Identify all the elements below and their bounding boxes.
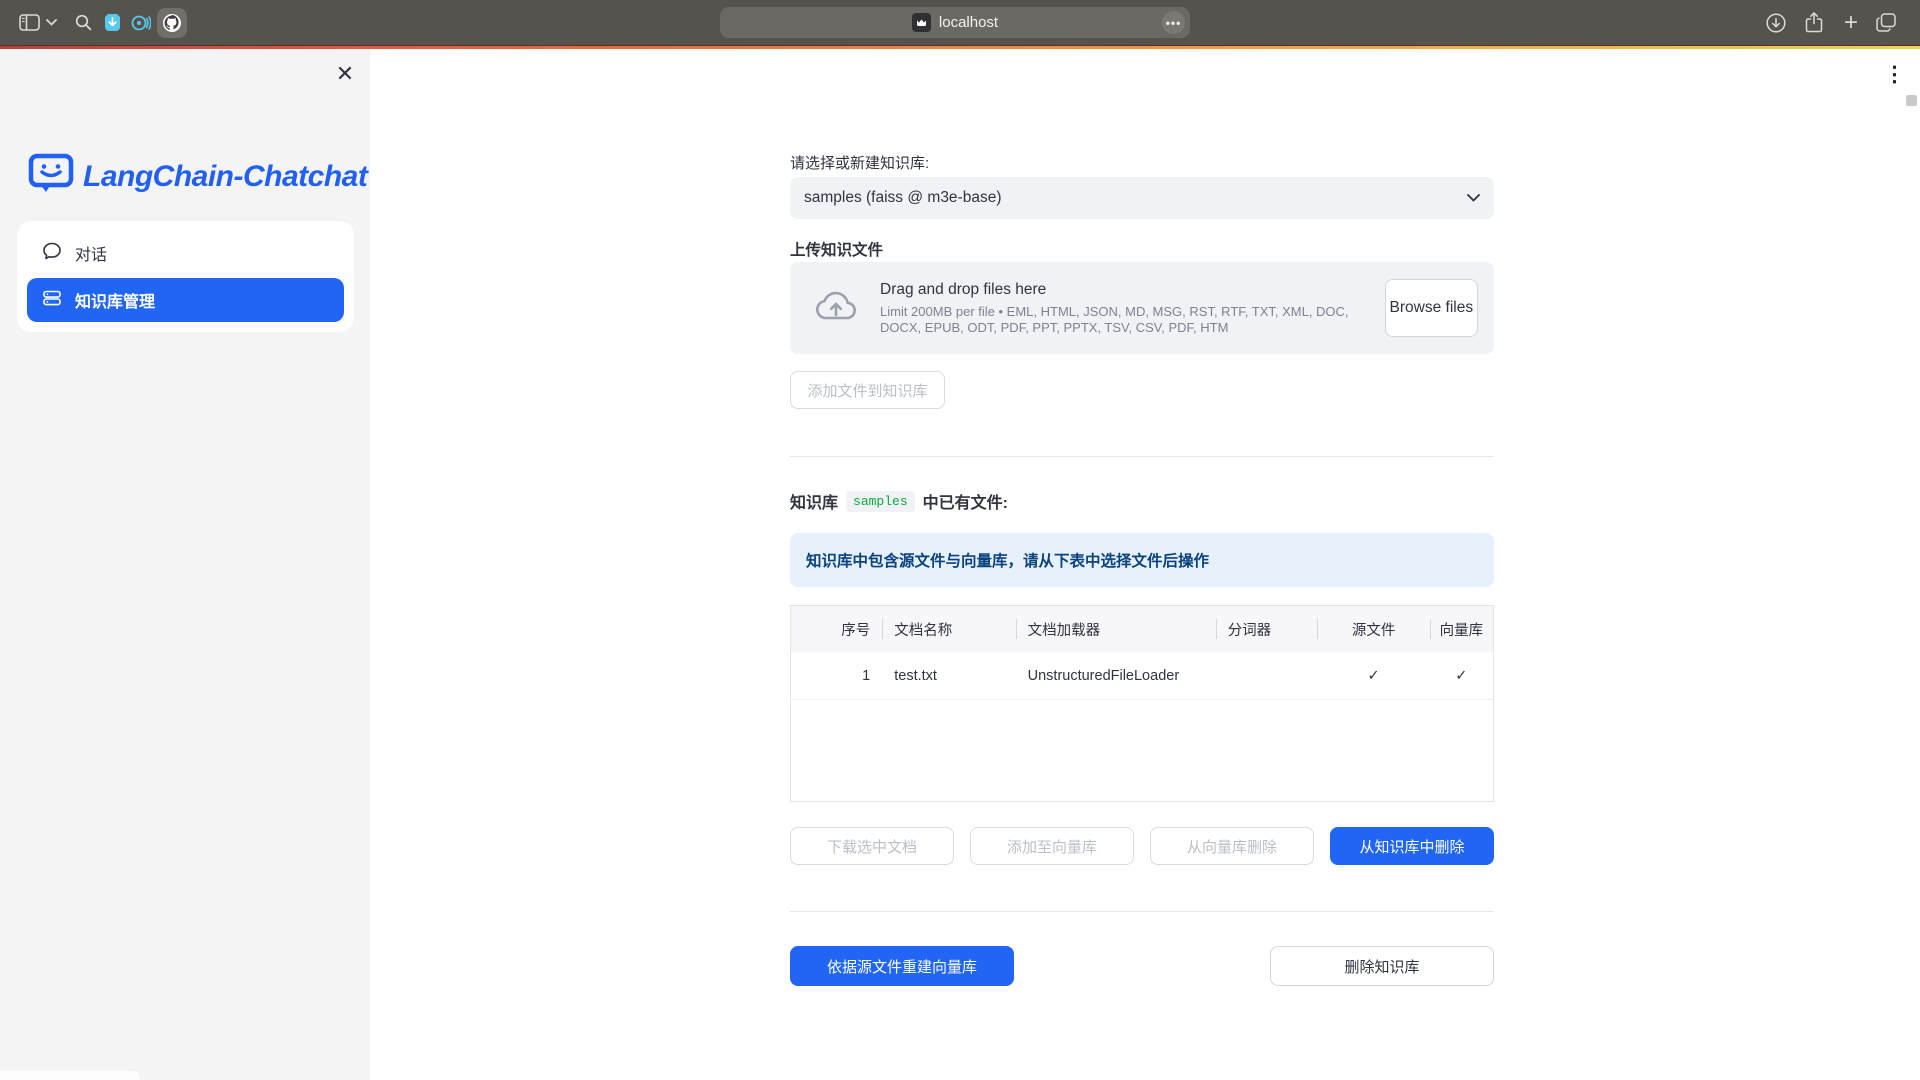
kb-name-code-chip: samples	[846, 491, 915, 512]
status-bar	[0, 1071, 140, 1080]
github-icon	[162, 13, 182, 33]
delete-from-kb-button[interactable]: 从知识库中删除	[1330, 827, 1494, 865]
downloads-button[interactable]	[1762, 0, 1790, 45]
kb-heading-prefix: 知识库	[790, 489, 838, 513]
extension-button-1[interactable]	[100, 0, 124, 45]
delete-from-vectorstore-button[interactable]: 从向量库删除	[1150, 827, 1314, 865]
browser-toolbar: localhost ••• +	[0, 0, 1920, 45]
info-banner: 知识库中包含源文件与向量库，请从下表中选择文件后操作	[790, 533, 1494, 587]
kebab-menu-button[interactable]: ⋮	[1884, 62, 1905, 87]
kb-files-table: 序号 文档名称 文档加载器 分词器 源文件 向量库 1 test.txt Uns…	[790, 605, 1494, 802]
cell-splitter[interactable]	[1216, 652, 1318, 699]
sidebar-nav: 对话 知识库管理	[17, 221, 354, 332]
extension-button-github[interactable]	[157, 8, 187, 38]
cloud-upload-icon	[814, 289, 858, 328]
divider	[790, 911, 1494, 912]
sidebar-item-dialogue[interactable]: 对话	[27, 231, 344, 275]
upload-section-label: 上传知识文件	[790, 238, 1494, 260]
cell-loader[interactable]: UnstructuredFileLoader	[1016, 652, 1216, 699]
dropzone-limit-text: Limit 200MB per file • EML, HTML, JSON, …	[880, 304, 1385, 336]
chat-icon	[42, 241, 62, 266]
cat-shield-icon	[103, 13, 122, 32]
search-icon	[75, 14, 92, 31]
column-header-splitter[interactable]: 分词器	[1216, 606, 1318, 652]
app-window: ⋮ ✕ LangChain-Chatchat 对话 知识库管理	[0, 49, 1920, 1080]
tabs-icon	[1876, 13, 1896, 32]
sidebar-chevron-button[interactable]	[44, 0, 58, 45]
sidebar-panel-icon	[19, 14, 40, 31]
chat-bubble-logo-icon	[28, 153, 74, 200]
kb-files-heading: 知识库 samples 中已有文件:	[790, 489, 1494, 513]
column-header-source-file[interactable]: 源文件	[1317, 606, 1429, 652]
sidebar-item-label: 对话	[75, 241, 107, 265]
kb-selectbox[interactable]: samples (faiss @ m3e-base)	[790, 177, 1494, 219]
address-url-text: localhost	[939, 14, 998, 31]
chevron-down-icon	[1467, 189, 1480, 207]
sidebar-toggle-button[interactable]	[16, 0, 42, 45]
cell-source-file-check[interactable]: ✓	[1317, 652, 1429, 699]
radar-rings-icon	[131, 14, 151, 32]
table-row[interactable]: 1 test.txt UnstructuredFileLoader ✓ ✓	[791, 652, 1493, 700]
divider	[790, 456, 1494, 457]
address-bar[interactable]: localhost •••	[720, 7, 1190, 38]
plus-icon: +	[1844, 9, 1858, 37]
column-header-index[interactable]: 序号	[791, 606, 882, 652]
dropzone-title: Drag and drop files here	[880, 281, 1385, 299]
dropzone-text: Drag and drop files here Limit 200MB per…	[880, 281, 1385, 336]
search-button[interactable]	[70, 0, 96, 45]
sidebar-item-knowledge-base[interactable]: 知识库管理	[27, 278, 344, 322]
kb-select-value: samples (faiss @ m3e-base)	[804, 189, 1002, 207]
share-button[interactable]	[1800, 0, 1828, 45]
kb-heading-suffix: 中已有文件:	[923, 489, 1008, 513]
cell-vector-store-check[interactable]: ✓	[1430, 652, 1493, 699]
column-header-doc-name[interactable]: 文档名称	[882, 606, 1015, 652]
logo-wordmark: LangChain-Chatchat	[83, 160, 367, 194]
extension-button-2[interactable]	[129, 0, 153, 45]
add-files-to-kb-button[interactable]: 添加文件到知识库	[790, 371, 945, 409]
download-selected-button[interactable]: 下载选中文档	[790, 827, 954, 865]
kb-select-label: 请选择或新建知识库:	[790, 152, 1494, 173]
file-action-buttons: 下载选中文档 添加至向量库 从向量库删除 从知识库中删除	[790, 827, 1494, 865]
close-sidebar-button[interactable]: ✕	[330, 59, 360, 89]
column-header-loader[interactable]: 文档加载器	[1016, 606, 1216, 652]
tabs-overview-button[interactable]	[1872, 0, 1900, 45]
scrollbar-thumb[interactable]	[1906, 95, 1917, 106]
file-dropzone[interactable]: Drag and drop files here Limit 200MB per…	[790, 262, 1494, 354]
share-icon	[1805, 12, 1823, 33]
cell-index[interactable]: 1	[791, 652, 882, 699]
new-tab-button[interactable]: +	[1838, 0, 1864, 45]
column-header-vector-store[interactable]: 向量库	[1430, 606, 1493, 652]
cell-doc-name[interactable]: test.txt	[882, 652, 1015, 699]
app-logo: LangChain-Chatchat	[28, 153, 367, 200]
table-header-row: 序号 文档名称 文档加载器 分词器 源文件 向量库	[791, 606, 1493, 652]
site-favicon	[912, 13, 931, 32]
sidebar: ✕ LangChain-Chatchat 对话 知识库管理	[0, 49, 370, 1080]
chevron-down-icon	[46, 19, 57, 26]
database-icon	[42, 288, 62, 313]
download-icon	[1766, 13, 1786, 33]
page-menu-button[interactable]: •••	[1162, 11, 1185, 34]
delete-kb-button[interactable]: 删除知识库	[1270, 946, 1494, 986]
add-to-vectorstore-button[interactable]: 添加至向量库	[970, 827, 1134, 865]
rebuild-vectorstore-button[interactable]: 依据源文件重建向量库	[790, 946, 1014, 986]
sidebar-item-label: 知识库管理	[75, 288, 155, 312]
browse-files-button[interactable]: Browse files	[1385, 279, 1478, 337]
